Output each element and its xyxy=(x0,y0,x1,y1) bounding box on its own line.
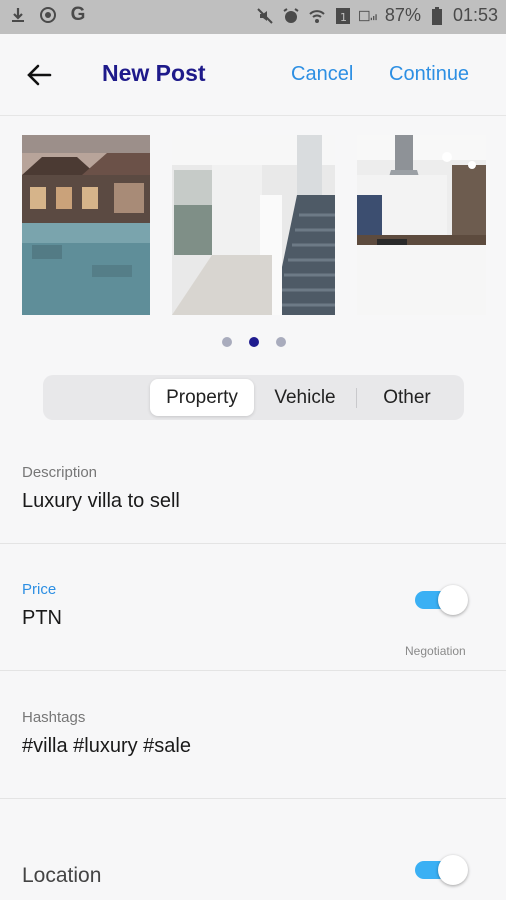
segment-vehicle[interactable]: Vehicle xyxy=(255,379,355,416)
staircase-interior-image[interactable] xyxy=(172,135,335,315)
description-input[interactable]: Luxury villa to sell xyxy=(22,490,180,513)
pager-dot-active[interactable] xyxy=(249,337,259,347)
sim-icon: 1 xyxy=(333,6,353,26)
battery-percent: 87% xyxy=(384,5,421,25)
clock: 01:53 xyxy=(452,5,498,25)
page-title: New Post xyxy=(102,60,206,86)
mute-icon xyxy=(255,6,275,26)
back-arrow-icon[interactable] xyxy=(24,60,54,90)
svg-text:1: 1 xyxy=(340,11,347,24)
kitchen-interior-image[interactable] xyxy=(357,135,486,315)
pager-dot[interactable] xyxy=(276,337,286,347)
battery-icon xyxy=(427,6,447,26)
signal-icon xyxy=(359,6,379,26)
divider xyxy=(0,670,506,671)
location-label: Location xyxy=(22,864,102,887)
wifi-icon xyxy=(307,6,327,26)
hashtags-input[interactable]: #villa #luxury #sale xyxy=(22,735,191,758)
price-input[interactable]: PTN xyxy=(22,607,62,630)
negotiation-toggle[interactable] xyxy=(415,585,468,615)
status-bar: G 1 87% 01:53 xyxy=(0,0,506,34)
location-toggle[interactable] xyxy=(415,855,468,885)
toggle-knob xyxy=(438,855,468,885)
cancel-button[interactable]: Cancel xyxy=(291,63,353,86)
sync-icon xyxy=(38,5,58,25)
hashtags-label: Hashtags xyxy=(22,709,86,726)
toggle-knob xyxy=(438,585,468,615)
app-bar: New Post Cancel Continue xyxy=(0,34,506,116)
alarm-icon xyxy=(281,6,301,26)
continue-button[interactable]: Continue xyxy=(389,63,469,86)
category-segmented-control: Property Vehicle Other xyxy=(43,375,464,420)
divider xyxy=(0,543,506,544)
description-label: Description xyxy=(22,464,98,481)
gallery-pager xyxy=(222,337,286,347)
divider xyxy=(0,798,506,799)
google-icon: G xyxy=(70,4,86,25)
segment-other[interactable]: Other xyxy=(357,379,457,416)
pool-villa-image[interactable] xyxy=(22,135,150,315)
pager-dot[interactable] xyxy=(222,337,232,347)
download-icon xyxy=(8,5,28,25)
negotiation-label: Negotiation xyxy=(405,644,466,658)
price-label: Price xyxy=(22,581,57,598)
segment-property[interactable]: Property xyxy=(150,379,254,416)
